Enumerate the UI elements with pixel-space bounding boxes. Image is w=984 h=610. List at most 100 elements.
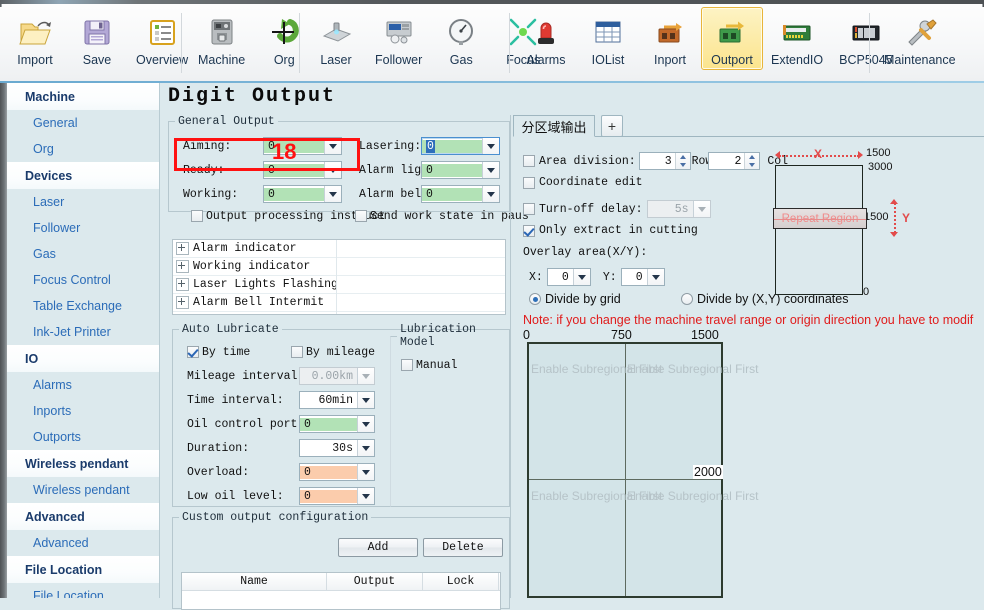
send-work-state-in-pause-checkbox[interactable]: Send work state in paus xyxy=(355,206,529,226)
chevron-down-icon[interactable] xyxy=(482,138,499,154)
stepper-buttons[interactable] xyxy=(675,153,690,169)
sidebar-item-file-location[interactable]: File Location xyxy=(0,583,159,598)
lubrication-model-group: Lubrication Model Manual xyxy=(390,323,510,507)
chevron-down-icon[interactable] xyxy=(357,368,374,384)
by-time-checkbox[interactable]: By time xyxy=(187,342,250,362)
chevron-down-icon[interactable] xyxy=(357,392,374,408)
chevron-down-icon[interactable] xyxy=(573,269,590,285)
table-row[interactable]: Alarm Bell Intermit xyxy=(173,294,505,312)
low-oil-level-combo[interactable]: 0 xyxy=(299,487,375,505)
chevron-down-icon[interactable] xyxy=(357,440,374,456)
coordinate-edit-row[interactable]: Coordinate edit xyxy=(523,176,643,189)
checkbox-box[interactable] xyxy=(291,346,303,358)
area-division-checkbox[interactable] xyxy=(523,155,535,167)
delete-button[interactable]: Delete xyxy=(423,538,503,557)
table-row[interactable]: Laser Lights Flashing xyxy=(173,276,505,294)
sidebar-item-alarms[interactable]: Alarms xyxy=(0,372,159,398)
sidebar-item-follower[interactable]: Follower xyxy=(0,215,159,241)
toolbar-button-alarms[interactable]: Alarms xyxy=(515,7,577,70)
sidebar-item-inports[interactable]: Inports xyxy=(0,398,159,424)
radio-button[interactable] xyxy=(681,293,693,305)
coordinate-edit-checkbox[interactable] xyxy=(523,177,535,189)
custom-output-table[interactable]: Name Output Lock xyxy=(181,572,501,610)
expand-plus-icon[interactable] xyxy=(176,296,189,309)
expand-plus-icon[interactable] xyxy=(176,260,189,273)
toolbar-button-import[interactable]: Import xyxy=(4,7,66,70)
divide-by-grid-radio[interactable]: Divide by grid xyxy=(529,292,621,306)
toolbar-button-inport[interactable]: Inport xyxy=(639,7,701,70)
sidebar-item-outports[interactable]: Outports xyxy=(0,424,159,450)
overlay-x-combo[interactable]: 0 xyxy=(547,268,591,286)
radio-button[interactable] xyxy=(529,293,541,305)
turn-off-delay-combo[interactable]: 5s xyxy=(647,200,711,218)
chevron-down-icon[interactable] xyxy=(357,464,374,480)
sidebar-item-gas[interactable]: Gas xyxy=(0,241,159,267)
duration-combo[interactable]: 30s xyxy=(299,439,375,457)
stepper-buttons[interactable] xyxy=(744,153,759,169)
expand-plus-icon[interactable] xyxy=(176,242,189,255)
toolbar-button-maintenance[interactable]: Maintenance xyxy=(876,7,964,70)
sidebar-item-ink-jet-printer[interactable]: Ink-Jet Printer xyxy=(0,319,159,345)
sidebar-item-laser[interactable]: Laser xyxy=(0,189,159,215)
toolbar-button-iolist[interactable]: IOList xyxy=(577,7,639,70)
table-row[interactable]: Working indicator xyxy=(173,258,505,276)
area-division-cols-stepper[interactable]: 2 xyxy=(708,152,760,170)
repeat-region-band[interactable]: Repeat Region xyxy=(773,208,867,229)
alarm-light-combo[interactable]: 0 xyxy=(421,161,500,179)
toolbar-button-follower[interactable]: Follower xyxy=(367,7,430,70)
sidebar-item-table-exchange[interactable]: Table Exchange xyxy=(0,293,159,319)
toolbar-button-extendio[interactable]: ExtendIO xyxy=(763,7,831,70)
chevron-down-icon[interactable] xyxy=(693,201,710,217)
toolbar-button-laser[interactable]: Laser xyxy=(305,7,367,70)
alarm-bell-combo[interactable]: 0 xyxy=(421,185,500,203)
toolbar-button-save[interactable]: Save xyxy=(66,7,128,70)
sidebar-item-focus-control[interactable]: Focus Control xyxy=(0,267,159,293)
expand-plus-icon[interactable] xyxy=(176,278,189,291)
toolbar-button-gas[interactable]: Gas xyxy=(430,7,492,70)
add-button[interactable]: Add xyxy=(338,538,418,557)
toolbar-separator xyxy=(869,13,870,73)
sidebar-item-org[interactable]: Org xyxy=(0,136,159,162)
chevron-down-icon[interactable] xyxy=(324,186,341,202)
add-tab-button[interactable]: + xyxy=(601,115,623,137)
checkbox-box[interactable] xyxy=(191,210,203,222)
toolbar-button-overview[interactable]: Overview xyxy=(128,7,196,70)
sidebar-item-general[interactable]: General xyxy=(0,110,159,136)
stepper-down-icon[interactable] xyxy=(676,161,690,169)
area-division-rows-stepper[interactable]: 3 xyxy=(639,152,691,170)
working-combo[interactable]: 0 xyxy=(263,185,342,203)
stepper-down-icon[interactable] xyxy=(745,161,759,169)
toolbar-button-machine[interactable]: Machine xyxy=(190,7,253,70)
table-row[interactable]: Alarm indicator xyxy=(173,240,505,258)
checkbox-box[interactable] xyxy=(401,359,413,371)
chevron-down-icon[interactable] xyxy=(482,186,499,202)
chevron-down-icon[interactable] xyxy=(357,416,374,432)
only-extract-in-cutting-row[interactable]: Only extract in cutting xyxy=(523,224,698,237)
output-indicator-tree[interactable]: Alarm indicator Working indicator Laser … xyxy=(172,239,506,315)
chevron-down-icon[interactable] xyxy=(357,488,374,504)
overload-combo[interactable]: 0 xyxy=(299,463,375,481)
lasering-combo[interactable]: 0 xyxy=(421,137,500,155)
chevron-down-icon[interactable] xyxy=(647,269,664,285)
chevron-down-icon[interactable] xyxy=(482,162,499,178)
checkbox-box[interactable] xyxy=(187,346,199,358)
chevron-down-icon[interactable] xyxy=(324,162,341,178)
overlay-y-combo[interactable]: 0 xyxy=(621,268,665,286)
by-mileage-checkbox[interactable]: By mileage xyxy=(291,342,375,362)
time-interval-combo[interactable]: 60min xyxy=(299,391,375,409)
stepper-up-icon[interactable] xyxy=(745,153,759,161)
tab-region-output[interactable]: 分区域输出 xyxy=(513,115,595,137)
stepper-up-icon[interactable] xyxy=(676,153,690,161)
chevron-down-icon[interactable] xyxy=(324,138,341,154)
toolbar-button-outport[interactable]: Outport xyxy=(701,7,763,70)
mileage-interval-combo[interactable]: 0.00km xyxy=(299,367,375,385)
only-extract-checkbox[interactable] xyxy=(523,225,535,237)
checkbox-box[interactable] xyxy=(355,210,367,222)
grid-y-mid-label: 2000 xyxy=(693,465,723,479)
turn-off-delay-checkbox[interactable] xyxy=(523,203,535,215)
oil-control-port-combo[interactable]: 0 xyxy=(299,415,375,433)
manual-checkbox[interactable]: Manual xyxy=(401,355,457,375)
sidebar-item-wireless-pendant[interactable]: Wireless pendant xyxy=(0,477,159,503)
sidebar-item-advanced[interactable]: Advanced xyxy=(0,530,159,556)
alarm-light-value: 0 xyxy=(422,164,482,177)
